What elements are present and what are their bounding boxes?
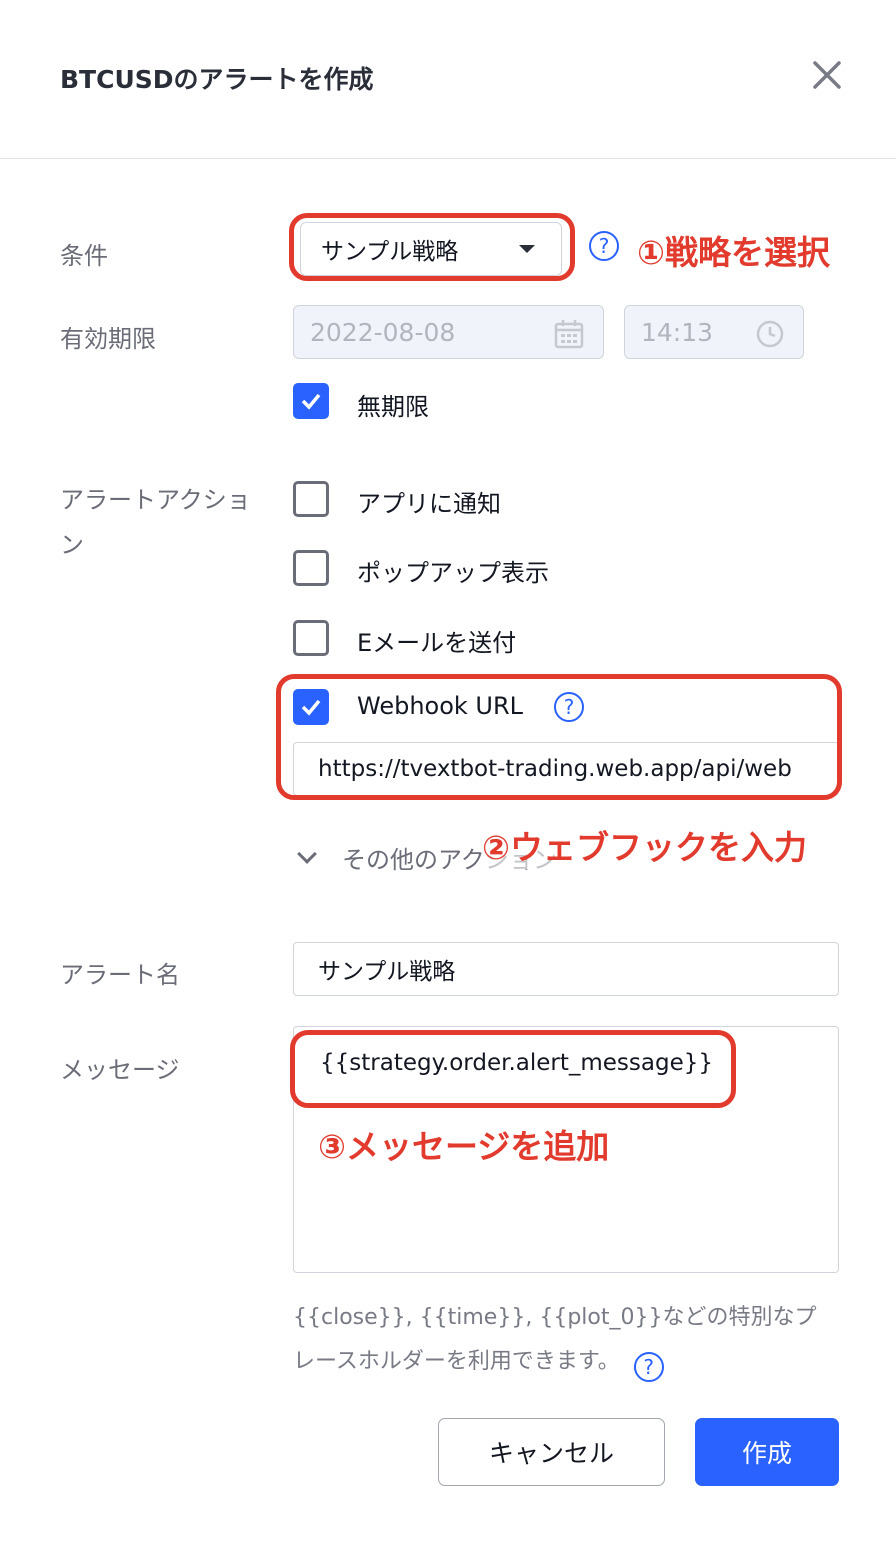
annotation-box-strategy	[289, 213, 575, 281]
annotation-box-webhook	[276, 674, 842, 800]
unlimited-checkbox[interactable]	[293, 383, 329, 419]
notify-app-checkbox[interactable]	[293, 481, 329, 517]
cancel-button[interactable]: キャンセル	[438, 1418, 665, 1486]
annotation-step3: ③メッセージを追加	[318, 1127, 610, 1166]
chevron-down-icon	[297, 843, 317, 864]
calendar-icon	[554, 320, 584, 349]
annotation-box-message	[290, 1030, 736, 1108]
expiration-label: 有効期限	[60, 325, 156, 353]
alert-actions-label: アラートアクション	[60, 486, 251, 559]
annotation-step2: ②ウェブフックを入力	[482, 821, 807, 869]
condition-label: 条件	[60, 242, 108, 270]
message-hint-text: {{close}}, {{time}}, {{plot_0}}などの特別なプレー…	[293, 1305, 817, 1374]
email-checkbox[interactable]	[293, 620, 329, 656]
clock-icon	[756, 320, 784, 348]
check-icon	[301, 393, 321, 410]
condition-help-icon[interactable]: ?	[589, 231, 619, 261]
message-hint: {{close}}, {{time}}, {{plot_0}}などの特別なプレー…	[293, 1296, 833, 1384]
expiration-date-input[interactable]: 2022-08-08	[293, 305, 604, 359]
annotation-step1: ①戦略を選択	[637, 233, 830, 272]
popup-checkbox[interactable]	[293, 550, 329, 586]
create-button[interactable]: 作成	[695, 1418, 839, 1486]
hint-help-icon[interactable]: ?	[633, 1352, 664, 1382]
message-label: メッセージ	[60, 1056, 180, 1084]
popup-label: ポップアップ表示	[357, 559, 549, 587]
unlimited-label: 無期限	[357, 393, 429, 421]
expiration-date-value: 2022-08-08	[310, 317, 456, 347]
expiration-time-value: 14:13	[641, 317, 714, 347]
alert-name-input[interactable]: サンプル戦略	[293, 942, 839, 996]
header-divider	[0, 158, 896, 159]
close-button[interactable]	[808, 56, 846, 94]
email-label: Eメールを送付	[357, 629, 517, 657]
notify-app-label: アプリに通知	[357, 490, 501, 518]
expiration-time-input[interactable]: 14:13	[624, 305, 804, 359]
alert-name-label: アラート名	[60, 961, 180, 989]
dialog-title: BTCUSDのアラートを作成	[60, 65, 374, 94]
close-icon[interactable]	[808, 56, 846, 94]
